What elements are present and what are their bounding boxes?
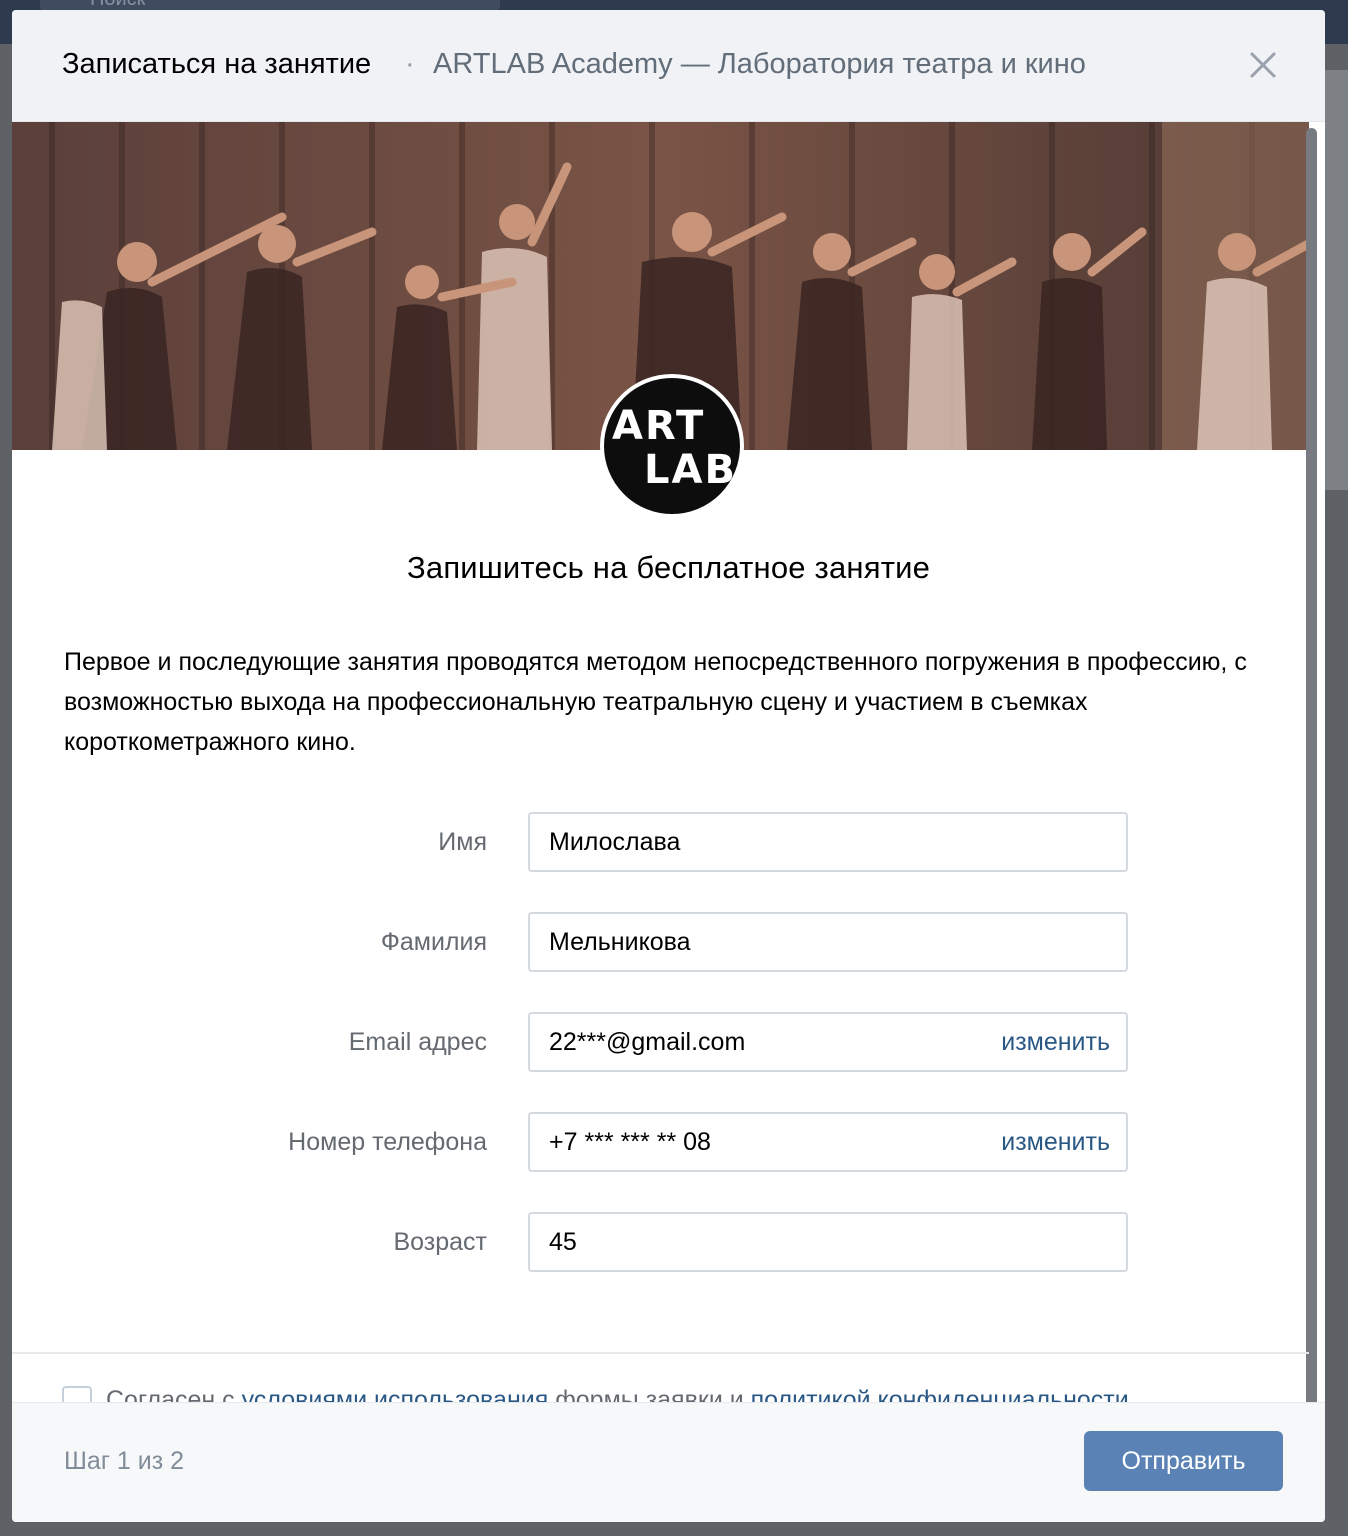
privacy-link[interactable]: политикой конфиденциальности — [751, 1386, 1129, 1402]
consent-text: Согласен с условиями использования формы… — [62, 1386, 1129, 1402]
last-name-value: Мельникова — [549, 928, 691, 956]
email-label: Email адрес — [348, 1028, 487, 1056]
first-name-label: Имя — [438, 828, 487, 856]
consent-checkbox[interactable] — [62, 1386, 92, 1402]
close-icon[interactable] — [1248, 50, 1278, 80]
modal-title: Записаться на занятие — [62, 48, 372, 80]
form-description: Первое и последующие занятия проводятся … — [64, 648, 1247, 756]
step-indicator: Шаг 1 из 2 — [64, 1447, 185, 1475]
last-name-input[interactable]: Мельникова — [528, 912, 1128, 972]
background-sidebar — [1322, 70, 1348, 490]
consent-row: Согласен с условиями использования формы… — [62, 1386, 1302, 1402]
section-divider — [12, 1352, 1309, 1354]
first-name-input[interactable]: Милослава — [528, 812, 1128, 872]
form-title: Запишитесь на бесплатное занятие — [406, 550, 931, 585]
last-name-label: Фамилия — [380, 928, 487, 956]
age-input[interactable]: 45 — [528, 1212, 1128, 1272]
email-value: 22***@gmail.com — [549, 1028, 746, 1056]
phone-value: +7 *** *** ** 08 — [549, 1128, 711, 1156]
change-email-link[interactable]: изменить — [1001, 1028, 1110, 1057]
first-name-value: Милослава — [549, 828, 681, 856]
submit-button[interactable]: Отправить — [1084, 1431, 1283, 1491]
signup-modal: Записаться на занятие · ARTLAB Academy —… — [12, 10, 1325, 1522]
title-separator: · — [405, 48, 415, 80]
terms-link[interactable]: условиями использования — [242, 1386, 549, 1402]
modal-scrollbar[interactable] — [1306, 128, 1317, 1430]
modal-header: Записаться на занятие · ARTLAB Academy —… — [12, 10, 1325, 122]
age-value: 45 — [549, 1228, 577, 1256]
phone-label: Номер телефона — [288, 1128, 487, 1156]
community-logo: ART LAB — [600, 374, 744, 518]
modal-footer: Шаг 1 из 2 Отправить — [12, 1402, 1325, 1522]
consent-middle: формы заявки и — [548, 1386, 751, 1402]
consent-prefix: Согласен с — [106, 1386, 242, 1402]
age-label: Возраст — [393, 1228, 487, 1256]
logo-text-art: ART — [612, 403, 706, 449]
change-phone-link[interactable]: изменить — [1001, 1128, 1110, 1157]
email-field[interactable]: 22***@gmail.com изменить — [528, 1012, 1128, 1072]
phone-field[interactable]: +7 *** *** ** 08 изменить — [528, 1112, 1128, 1172]
logo-text-lab: LAB — [644, 447, 737, 493]
community-name: ARTLAB Academy — Лаборатория театра и ки… — [433, 48, 1086, 80]
